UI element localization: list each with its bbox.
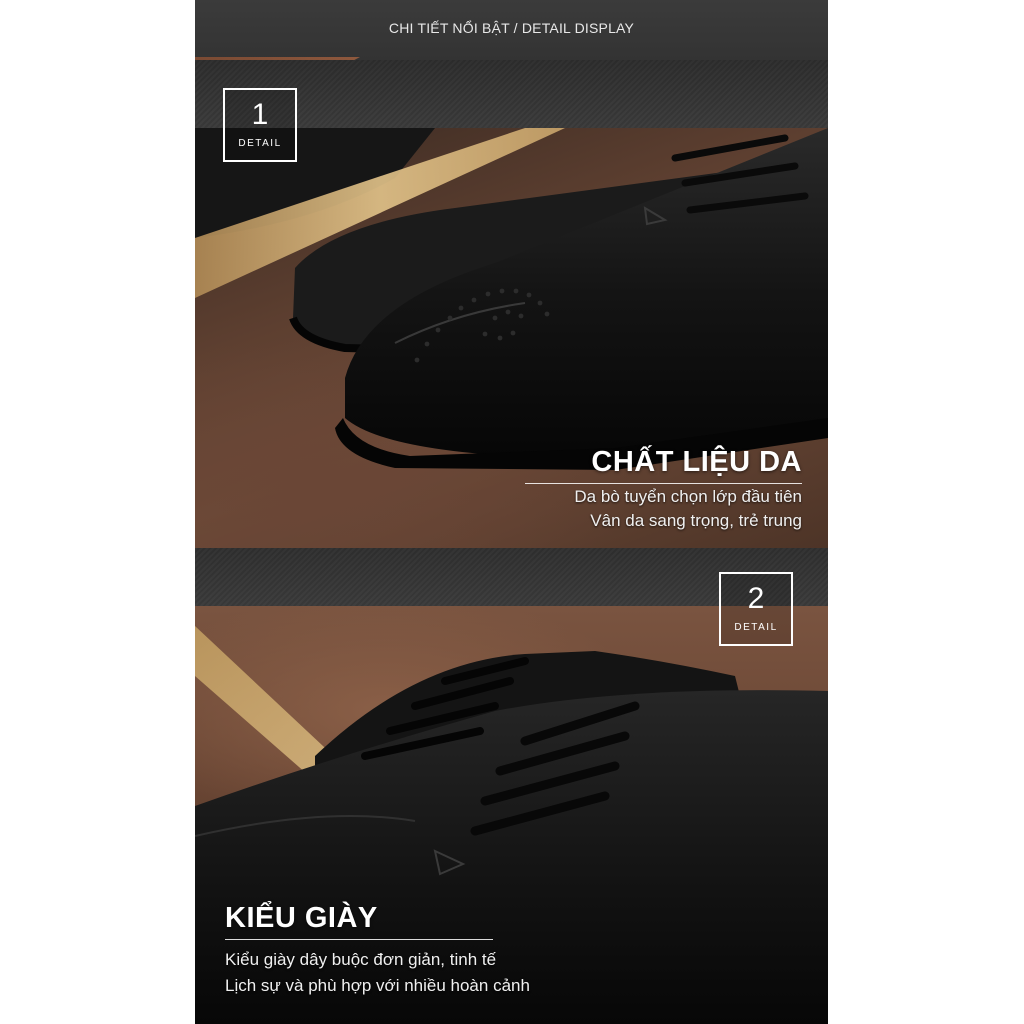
badge-label-1: DETAIL <box>238 138 282 149</box>
section-title-leather: CHẤT LIỆU DA <box>591 446 802 478</box>
section-divider-1 <box>525 483 802 484</box>
section-divider-2 <box>225 939 493 940</box>
header-title: CHI TIẾT NỔI BẬT / DETAIL DISPLAY <box>388 20 635 36</box>
section-title-style: KIỂU GIÀY <box>225 902 378 934</box>
leather-detail-photo <box>195 128 828 548</box>
header-bar: CHI TIẾT NỔI BẬT / DETAIL DISPLAY <box>195 0 828 60</box>
detail-badge-1: 1 DETAIL <box>223 88 297 162</box>
badge-label-2: DETAIL <box>734 622 778 633</box>
style-description-line-2: Lịch sự và phù hợp với nhiều hoàn cảnh <box>225 976 530 995</box>
product-detail-panel: CHI TIẾT NỔI BẬT / DETAIL DISPLAY 1 DETA… <box>195 0 828 1024</box>
leather-description-line-1: Da bò tuyển chọn lớp đầu tiên <box>574 487 802 506</box>
leather-description-line-2: Vân da sang trọng, trẻ trung <box>590 511 802 530</box>
detail-badge-2: 2 DETAIL <box>719 572 793 646</box>
badge-number-2: 2 <box>747 582 765 615</box>
style-description-line-1: Kiểu giày dây buộc đơn giản, tinh tế <box>225 950 497 969</box>
badge-number-1: 1 <box>251 98 269 131</box>
shoe-photo-illustration-1 <box>195 128 828 470</box>
